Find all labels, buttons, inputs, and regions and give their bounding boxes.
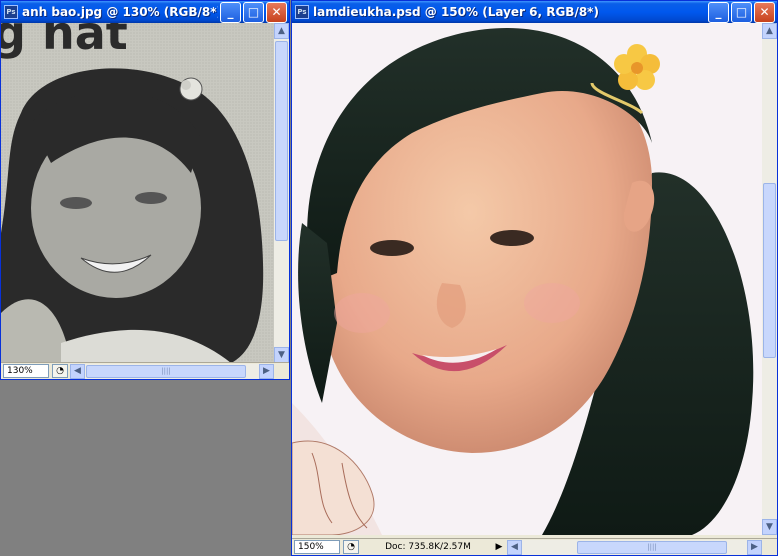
title-bar[interactable]: Ps lamdieukha.psd @ 150% (Layer 6, RGB/8… xyxy=(292,1,777,23)
photoshop-icon: Ps xyxy=(295,5,309,19)
horizontal-scroll-thumb[interactable]: |||| xyxy=(577,540,727,554)
title-bar[interactable]: Ps anh bao.jpg @ 130% (RGB/8*) _ □ ✕ xyxy=(1,1,289,23)
horizontal-scrollbar[interactable]: ◀ |||| ▶ xyxy=(70,363,274,379)
reference-image-window[interactable]: Ps anh bao.jpg @ 130% (RGB/8*) _ □ ✕ g h… xyxy=(0,0,290,380)
status-bar: 130% ◔ ◀ |||| ▶ xyxy=(1,362,289,379)
newspaper-photo: g hat xyxy=(1,23,274,363)
close-button[interactable]: ✕ xyxy=(754,1,775,23)
vertical-scrollbar[interactable]: ▲ ▼ xyxy=(274,23,289,363)
image-canvas[interactable] xyxy=(292,23,762,535)
window-title: lamdieukha.psd @ 150% (Layer 6, RGB/8*) xyxy=(313,5,599,19)
scroll-up-arrow-icon[interactable]: ▲ xyxy=(274,23,289,39)
document-size-info: Doc: 735.8K/2.57M xyxy=(385,542,471,552)
maximize-button[interactable]: □ xyxy=(243,1,264,23)
headline-text: g hat xyxy=(1,23,128,60)
status-bar: 150% ◔ Doc: 735.8K/2.57M ▶ ◀ |||| ▶ xyxy=(292,538,777,555)
horizontal-scroll-thumb[interactable]: |||| xyxy=(86,364,246,378)
painting-window[interactable]: Ps lamdieukha.psd @ 150% (Layer 6, RGB/8… xyxy=(291,0,778,556)
scroll-down-arrow-icon[interactable]: ▼ xyxy=(762,519,777,535)
minimize-button[interactable]: _ xyxy=(220,1,241,23)
vertical-scroll-thumb[interactable] xyxy=(275,41,288,241)
scroll-left-arrow-icon[interactable]: ◀ xyxy=(70,363,85,379)
minimize-button[interactable]: _ xyxy=(708,1,729,23)
resize-corner[interactable] xyxy=(762,539,777,555)
scroll-up-arrow-icon[interactable]: ▲ xyxy=(762,23,777,39)
status-play-icon[interactable]: ▶ xyxy=(493,540,505,554)
vertical-scrollbar[interactable]: ▲ ▼ xyxy=(762,23,777,535)
resize-corner[interactable] xyxy=(274,363,289,379)
zoom-field[interactable]: 150% xyxy=(294,540,340,554)
scroll-right-arrow-icon[interactable]: ▶ xyxy=(259,363,274,379)
scroll-right-arrow-icon[interactable]: ▶ xyxy=(747,539,762,555)
status-menu-icon[interactable]: ◔ xyxy=(52,364,68,378)
zoom-field[interactable]: 130% xyxy=(3,364,49,378)
horizontal-scrollbar[interactable]: ◀ |||| ▶ xyxy=(507,539,762,555)
photoshop-icon: Ps xyxy=(4,5,18,19)
status-menu-icon[interactable]: ◔ xyxy=(343,540,359,554)
vertical-scroll-thumb[interactable] xyxy=(763,183,776,358)
maximize-button[interactable]: □ xyxy=(731,1,752,23)
scroll-left-arrow-icon[interactable]: ◀ xyxy=(507,539,522,555)
close-button[interactable]: ✕ xyxy=(266,1,287,23)
scroll-down-arrow-icon[interactable]: ▼ xyxy=(274,347,289,363)
window-title: anh bao.jpg @ 130% (RGB/8*) xyxy=(22,5,218,19)
image-canvas[interactable]: g hat xyxy=(1,23,274,363)
digital-painting xyxy=(292,23,762,535)
